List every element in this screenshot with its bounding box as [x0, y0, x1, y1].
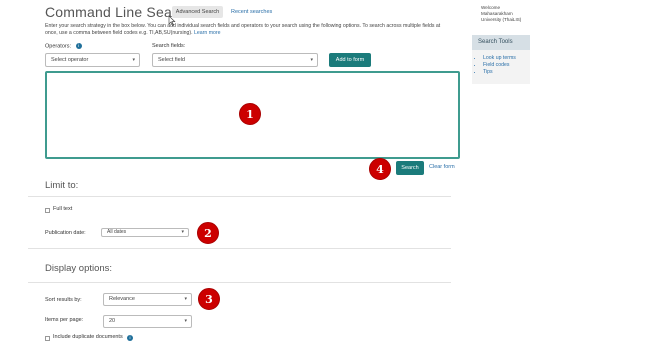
- chevron-down-icon: ▾: [184, 318, 187, 324]
- include-duplicates-label: Include duplicate documents: [53, 334, 123, 340]
- divider: [28, 196, 451, 197]
- items-per-page-select[interactable]: 20 ▾: [103, 315, 192, 328]
- items-per-page-label: Items per page:: [45, 317, 84, 323]
- full-text-label: Full text: [53, 206, 73, 212]
- add-to-form-button[interactable]: Add to form: [329, 53, 371, 67]
- intro-text: Enter your search strategy in the box be…: [45, 23, 450, 37]
- annotation-badge-1: 1: [239, 103, 261, 125]
- sort-results-label: Sort results by:: [45, 297, 82, 303]
- welcome-text: Welcome Mahasarakham University (ThaiLIS…: [481, 5, 522, 23]
- chevron-down-icon: ▾: [310, 57, 313, 63]
- sort-select[interactable]: Relevance ▾: [103, 293, 192, 306]
- divider: [28, 248, 451, 249]
- publication-date-label: Publication date:: [45, 230, 86, 236]
- operator-select[interactable]: Select operator ▾: [45, 53, 140, 67]
- annotation-badge-4: 4: [369, 158, 391, 180]
- tool-look-up-terms[interactable]: Look up terms: [483, 55, 516, 62]
- include-duplicates-checkbox[interactable]: [45, 336, 50, 341]
- search-fields-label: Search fields:: [152, 43, 186, 49]
- search-field-select[interactable]: Select field ▾: [152, 53, 318, 67]
- info-icon[interactable]: i: [75, 43, 82, 49]
- search-button[interactable]: Search: [396, 161, 424, 175]
- publication-date-select[interactable]: All dates ▾: [101, 228, 189, 237]
- publication-date-value: All dates: [107, 229, 127, 235]
- annotation-badge-2: 2: [197, 222, 219, 244]
- limit-to-heading: Limit to:: [45, 180, 79, 191]
- tool-tips[interactable]: Tips: [483, 69, 516, 76]
- operators-label-text: Operators:: [45, 43, 71, 50]
- info-icon[interactable]: i: [127, 335, 133, 341]
- items-per-page-value: 20: [109, 318, 116, 324]
- tab-recent-searches[interactable]: Recent searches: [231, 6, 272, 18]
- chevron-down-icon: ▾: [184, 296, 187, 302]
- search-tools-list: Look up terms Field codes Tips: [483, 55, 516, 76]
- search-tools-heading: Search Tools: [472, 35, 530, 50]
- tab-advanced-search[interactable]: Advanced Search: [172, 6, 223, 18]
- search-field-select-value: Select field: [158, 57, 185, 63]
- intro-paragraph: Enter your search strategy in the box be…: [45, 23, 441, 36]
- display-options-heading: Display options:: [45, 263, 113, 274]
- annotation-badge-3: 3: [198, 288, 220, 310]
- divider: [28, 282, 451, 283]
- chevron-down-icon: ▾: [132, 57, 135, 63]
- operator-select-value: Select operator: [51, 57, 89, 63]
- full-text-checkbox[interactable]: [45, 208, 50, 213]
- clear-form-link[interactable]: Clear form: [429, 164, 455, 170]
- tool-field-codes[interactable]: Field codes: [483, 62, 516, 69]
- chevron-down-icon: ▾: [181, 229, 184, 235]
- operators-label: Operators: i: [45, 43, 82, 49]
- sort-select-value: Relevance: [109, 296, 135, 302]
- learn-more-link[interactable]: Learn more: [194, 30, 221, 36]
